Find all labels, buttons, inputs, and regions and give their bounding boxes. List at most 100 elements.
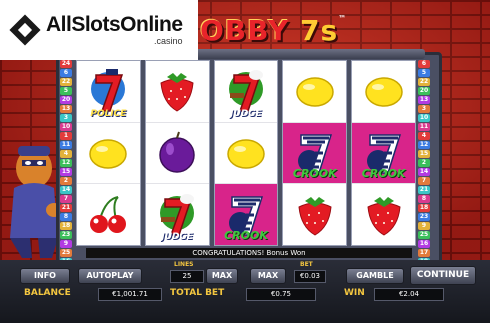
payline-marker-right[interactable]: 14	[418, 168, 430, 176]
payline-marker-left[interactable]: 23	[60, 231, 72, 239]
payline-marker-left[interactable]: 20	[60, 96, 72, 104]
reels-area: POLICE JUDGE JUDGE CROOK CROOK CROOK	[76, 60, 416, 246]
lines-label: LINES	[174, 261, 194, 268]
lemon-icon	[89, 139, 128, 169]
strawberry-icon	[160, 73, 194, 112]
reel-symbol	[352, 184, 415, 245]
gamble-button[interactable]: GAMBLE	[346, 268, 404, 284]
payline-marker-left[interactable]: 1	[60, 132, 72, 140]
reel-symbol	[283, 184, 346, 245]
reel-symbol: JUDGE	[145, 184, 209, 246]
payline-marker-left[interactable]: 3	[60, 114, 72, 122]
trademark-symbol: ™	[338, 14, 348, 23]
payline-marker-left[interactable]: 15	[60, 168, 72, 176]
payline-marker-left[interactable]: 9	[60, 240, 72, 248]
robber-character-icon	[10, 146, 62, 258]
symbol-tag: CROOK	[361, 167, 406, 181]
continue-button[interactable]: CONTINUE	[410, 266, 476, 285]
payline-marker-left[interactable]: 2	[60, 177, 72, 185]
info-button[interactable]: INFO	[20, 268, 70, 284]
payline-marker-right[interactable]: 2	[418, 159, 430, 167]
payline-marker-right[interactable]: 10	[418, 114, 430, 122]
payline-marker-left[interactable]: 8	[60, 213, 72, 221]
reel-symbol: CROOK	[352, 122, 415, 185]
payline-marker-left[interactable]: 14	[60, 186, 72, 194]
payline-marker-right[interactable]: 7	[418, 177, 430, 185]
payline-marker-left[interactable]: 7	[60, 195, 72, 203]
payline-marker-right[interactable]: 12	[418, 141, 430, 149]
payline-marker-left[interactable]: 4	[60, 150, 72, 158]
reel-2: JUDGE	[144, 60, 210, 246]
payline-marker-right[interactable]: 8	[418, 195, 430, 203]
payline-marker-right[interactable]: 22	[418, 78, 430, 86]
payline-marker-right[interactable]: 21	[418, 186, 430, 194]
reel-symbol: POLICE	[77, 61, 140, 123]
payline-marker-right[interactable]: 3	[418, 105, 430, 113]
lemon-icon	[364, 77, 403, 108]
reel-1: POLICE	[76, 60, 141, 246]
payline-marker-right[interactable]: 9	[418, 222, 430, 230]
reel-3: JUDGE CROOK	[213, 60, 279, 246]
strawberry-icon	[298, 196, 332, 236]
symbol-tag: CROOK	[224, 229, 268, 243]
control-panel: INFO AUTOPLAY LINES 25 MAX MAX BET €0.03…	[0, 260, 490, 323]
payline-marker-left[interactable]: 18	[60, 222, 72, 230]
game-title-word: OBBY	[200, 14, 290, 47]
symbol-tag: POLICE	[90, 108, 127, 119]
reel-symbol	[77, 184, 140, 245]
payline-marker-left[interactable]: 13	[60, 105, 72, 113]
reel-4: CROOK	[282, 60, 348, 246]
payline-marker-left[interactable]: 5	[60, 87, 72, 95]
payline-marker-left[interactable]: 25	[60, 249, 72, 257]
payline-marker-right[interactable]: 15	[418, 150, 430, 158]
game-title-seven: 7s	[299, 14, 339, 47]
reel-symbol	[352, 61, 415, 123]
payline-marker-right[interactable]: 5	[418, 69, 430, 77]
symbol-tag: JUDGE	[161, 232, 194, 243]
game-title: OBBY 7s™	[200, 14, 347, 47]
max-lines-button[interactable]: MAX	[206, 268, 238, 284]
payline-marker-right[interactable]: 16	[418, 240, 430, 248]
symbol-tag: JUDGE	[230, 108, 262, 119]
reel-symbol: CROOK	[283, 122, 347, 185]
balance-label: BALANCE	[24, 288, 71, 298]
status-message: CONGRATULATIONS! Bonus Won	[86, 248, 412, 258]
payline-marker-right[interactable]: 17	[418, 249, 430, 257]
payline-marker-left[interactable]: 12	[60, 159, 72, 167]
reel-symbol	[283, 61, 347, 123]
diamond-icon	[9, 14, 41, 46]
payline-marker-left[interactable]: 22	[60, 78, 72, 86]
payline-marker-right[interactable]: 25	[418, 231, 430, 239]
payline-marker-right[interactable]: 23	[418, 213, 430, 221]
bet-label: BET	[300, 261, 313, 268]
total-bet-label: TOTAL BET	[170, 288, 225, 298]
balance-value: €1,001.71	[98, 288, 162, 301]
symbol-tag: CROOK	[292, 167, 337, 181]
payline-marker-left[interactable]: 24	[60, 60, 72, 68]
win-value: €2.04	[374, 288, 444, 301]
payline-marker-left[interactable]: 6	[60, 69, 72, 77]
watermark-logo: AllSlotsOnline .casino	[0, 0, 198, 60]
max-bet-button[interactable]: MAX	[250, 268, 286, 284]
reel-symbol	[77, 123, 140, 185]
payline-marker-right[interactable]: 18	[418, 204, 430, 212]
payline-marker-left[interactable]: 21	[60, 204, 72, 212]
payline-marker-left[interactable]: 10	[60, 123, 72, 131]
lemon-icon	[227, 139, 265, 169]
payline-marker-left[interactable]: 11	[60, 141, 72, 149]
reel-symbol	[145, 123, 209, 185]
payline-marker-right[interactable]: 11	[418, 123, 430, 131]
reel-symbol	[214, 123, 278, 185]
plum-icon	[159, 131, 195, 173]
reel-symbol	[145, 61, 209, 123]
reel-symbol: CROOK	[214, 184, 278, 246]
autoplay-button[interactable]: AUTOPLAY	[78, 268, 142, 284]
reel-symbol: JUDGE	[214, 61, 278, 123]
payline-marker-right[interactable]: 4	[418, 132, 430, 140]
win-label: WIN	[344, 288, 365, 298]
payline-marker-right[interactable]: 13	[418, 96, 430, 104]
lemon-icon	[296, 77, 334, 108]
payline-markers-left: 246225201331011141215214721818239251617	[60, 60, 72, 275]
payline-marker-right[interactable]: 20	[418, 87, 430, 95]
payline-marker-right[interactable]: 6	[418, 60, 430, 68]
